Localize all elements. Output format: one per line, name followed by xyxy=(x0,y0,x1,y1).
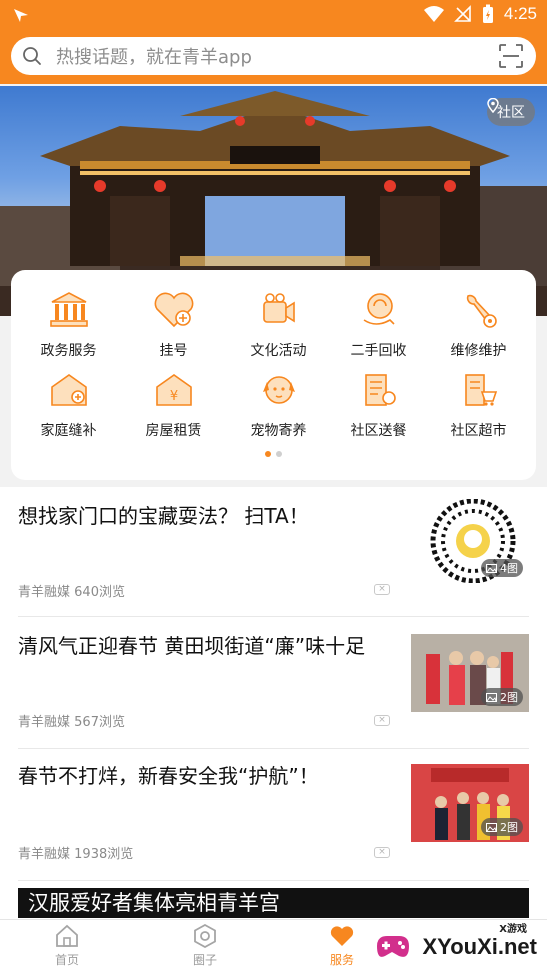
notification-icon xyxy=(14,9,28,22)
service-rental[interactable]: ¥ 房屋租赁 xyxy=(121,370,226,440)
news-source: 青羊融媒 xyxy=(18,585,71,600)
image-count-badge: 2图 xyxy=(481,818,523,836)
watermark-logo xyxy=(377,936,409,957)
news-meta: 青羊融媒 1938浏览 xyxy=(18,843,133,862)
svg-text:¥: ¥ xyxy=(169,389,177,404)
service-label: 二手回收 xyxy=(350,343,407,359)
location-pin-icon xyxy=(487,98,499,113)
video-caption: 汉服爱好者集体亮相青羊宫 xyxy=(28,891,280,915)
service-label: 维修维护 xyxy=(450,343,507,359)
news-meta: 青羊融媒 567浏览 xyxy=(18,711,125,730)
dismiss-icon[interactable]: × xyxy=(374,715,390,726)
news-views: 567浏览 xyxy=(74,715,125,730)
service-sewing[interactable]: 家庭缝补 xyxy=(16,370,121,440)
service-grid-card: 政务服务 挂号 文化活动 二手回收 维修维护 家庭缝补 ¥ 房屋租赁 宠物寄养 … xyxy=(11,270,536,480)
image-count-badge: 2图 xyxy=(481,688,523,706)
watermark-text: XYouXi.net xyxy=(422,934,538,959)
news-source: 青羊融媒 xyxy=(18,847,71,862)
service-label: 家庭缝补 xyxy=(40,423,97,439)
news-thumbnail: 2图 xyxy=(411,634,529,712)
image-count: 2图 xyxy=(500,691,518,704)
watermark-small-text: X游戏 xyxy=(499,924,527,935)
supermarket-cart-icon xyxy=(464,374,497,406)
government-building-icon xyxy=(49,292,88,327)
heart-icon xyxy=(330,926,354,946)
image-icon xyxy=(486,563,497,573)
service-supermarket[interactable]: 社区超市 xyxy=(426,370,531,440)
page-indicator xyxy=(11,451,536,457)
news-views: 1938浏览 xyxy=(74,847,134,862)
scan-icon[interactable] xyxy=(498,43,524,69)
service-label: 文化活动 xyxy=(250,343,307,359)
top-bar: 4:25 热搜话题，就在青羊app xyxy=(0,0,547,84)
dismiss-icon[interactable]: × xyxy=(374,584,390,595)
news-thumbnail: 4图 xyxy=(417,499,529,583)
battery-icon xyxy=(482,4,493,23)
video-item-partial[interactable]: 汉服爱好者集体亮相青羊宫 xyxy=(18,888,529,918)
tab-service[interactable]: 服务 xyxy=(302,924,382,968)
recycle-icon xyxy=(363,293,395,325)
sewing-house-icon xyxy=(50,374,87,406)
video-camera-icon xyxy=(262,293,295,323)
service-label: 宠物寄养 xyxy=(250,423,307,439)
heart-plus-icon xyxy=(154,292,193,328)
news-item[interactable]: 想找家门口的宝藏耍法？ 扫TA！ 青羊融媒 640浏览 × 4图 xyxy=(18,487,529,617)
wrench-icon xyxy=(466,294,497,328)
meal-delivery-icon xyxy=(364,374,396,406)
service-repair[interactable]: 维修维护 xyxy=(426,290,531,360)
news-feed: 想找家门口的宝藏耍法？ 扫TA！ 青羊融媒 640浏览 × 4图 清风气正迎春节… xyxy=(0,487,547,919)
signal-icon xyxy=(453,5,471,22)
image-icon xyxy=(486,692,497,702)
tab-home[interactable]: 首页 xyxy=(27,924,107,968)
circle-hexagon-icon xyxy=(194,924,216,948)
page-dot xyxy=(276,451,282,457)
news-item[interactable]: 春节不打烊，新春安全我“护航”！ 青羊融媒 1938浏览 × 2图 xyxy=(18,750,529,881)
news-title: 春节不打烊，新春安全我“护航”！ xyxy=(18,764,319,788)
service-registration[interactable]: 挂号 xyxy=(121,290,226,360)
news-title: 清风气正迎春节 黄田坝街道“廉”味十足 xyxy=(18,634,366,658)
news-meta: 青羊融媒 640浏览 xyxy=(18,581,125,600)
service-pet[interactable]: 宠物寄养 xyxy=(226,370,331,440)
home-icon xyxy=(56,924,78,947)
dismiss-icon[interactable]: × xyxy=(374,847,390,858)
status-bar: 4:25 xyxy=(0,0,547,32)
tab-label: 圈子 xyxy=(192,953,217,967)
pet-dog-icon xyxy=(262,376,295,404)
service-label: 挂号 xyxy=(159,343,188,359)
image-count-badge: 4图 xyxy=(481,559,523,577)
status-time: 4:25 xyxy=(503,4,537,23)
page-dot-active xyxy=(265,451,271,457)
search-input[interactable]: 热搜话题，就在青羊app xyxy=(56,43,498,69)
house-rent-icon: ¥ xyxy=(155,374,192,406)
news-source: 青羊融媒 xyxy=(18,715,71,730)
news-thumbnail: 2图 xyxy=(411,764,529,842)
service-recycle[interactable]: 二手回收 xyxy=(326,290,431,360)
news-views: 640浏览 xyxy=(74,585,125,600)
site-watermark: X游戏 XYouXi.net xyxy=(371,920,541,970)
wifi-icon xyxy=(423,6,444,22)
location-badge[interactable]: 社区 xyxy=(487,98,535,126)
service-label: 社区送餐 xyxy=(350,423,407,439)
service-culture[interactable]: 文化活动 xyxy=(226,290,331,360)
tab-label: 服务 xyxy=(329,953,354,967)
news-title: 想找家门口的宝藏耍法？ 扫TA！ xyxy=(18,504,309,528)
service-label: 社区超市 xyxy=(450,423,507,439)
tab-label: 首页 xyxy=(54,953,79,967)
image-icon xyxy=(486,822,497,832)
service-label: 房屋租赁 xyxy=(145,423,202,439)
service-meal[interactable]: 社区送餐 xyxy=(326,370,431,440)
search-bar[interactable]: 热搜话题，就在青羊app xyxy=(11,37,536,75)
image-count: 2图 xyxy=(500,821,518,834)
news-item[interactable]: 清风气正迎春节 黄田坝街道“廉”味十足 青羊融媒 567浏览 × 2图 xyxy=(18,618,529,749)
search-icon xyxy=(23,47,41,65)
service-label: 政务服务 xyxy=(40,343,97,359)
service-government[interactable]: 政务服务 xyxy=(16,290,121,360)
image-count: 4图 xyxy=(500,562,518,575)
location-label: 社区 xyxy=(497,105,525,121)
tab-circle[interactable]: 圈子 xyxy=(165,924,245,968)
